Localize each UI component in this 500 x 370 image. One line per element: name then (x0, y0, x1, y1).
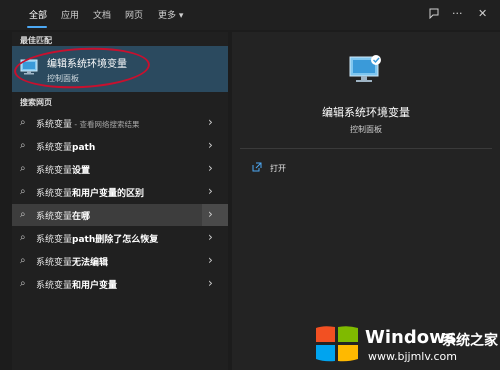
result-text: 系统变量和用户变量的区别 (36, 189, 145, 199)
search-icon: ⌕ (20, 255, 26, 266)
result-text: 系统变量设置 (36, 166, 91, 176)
detail-panel: 编辑系统环境变量 控制面板 打开 (232, 32, 500, 370)
result-text: 系统变量无法编辑 (36, 258, 109, 268)
more-options-icon[interactable]: ··· (452, 7, 463, 20)
tab-more[interactable]: 更多 ▾ (158, 8, 183, 21)
result-text: 系统变量在哪 (36, 212, 91, 222)
watermark-cn: 系统之家 (442, 333, 498, 349)
search-icon: ⌕ (20, 186, 26, 197)
search-icon: ⌕ (20, 278, 26, 289)
result-text: 系统变量 - 查看网络搜索结果 (36, 120, 140, 130)
list-item[interactable]: ⌕ 系统变量path删除了怎么恢复 › (12, 227, 228, 249)
chevron-right-icon[interactable]: › (208, 253, 213, 267)
open-action-label[interactable]: 打开 (270, 163, 286, 174)
search-icon: ⌕ (20, 117, 26, 128)
tab-more-label: 更多 (158, 11, 177, 21)
control-panel-app-icon (348, 54, 384, 90)
feedback-icon[interactable] (428, 7, 440, 22)
tab-documents[interactable]: 文档 (93, 8, 111, 21)
chevron-right-icon[interactable]: › (208, 161, 213, 175)
close-icon[interactable]: ✕ (478, 7, 487, 20)
result-text: 系统变量和用户变量 (36, 281, 118, 291)
search-icon: ⌕ (20, 163, 26, 174)
chevron-right-icon[interactable]: › (208, 207, 213, 221)
search-filter-bar: 全部 应用 文档 网页 更多 ▾ ··· ✕ (0, 0, 500, 30)
list-item[interactable]: ⌕ 系统变量设置 › (12, 158, 228, 180)
active-tab-indicator (27, 26, 47, 28)
web-search-heading: 搜索网页 (20, 98, 52, 107)
divider (240, 148, 492, 149)
chevron-right-icon[interactable]: › (208, 115, 213, 129)
chevron-right-icon[interactable]: › (208, 184, 213, 198)
results-panel: 最佳匹配 编辑系统环境变量 控制面板 搜索网页 ⌕ 系统变量 - 查看网络搜索结… (12, 32, 228, 370)
detail-subtitle: 控制面板 (350, 125, 382, 134)
windows-logo-icon (312, 322, 362, 370)
result-text: 系统变量path (36, 143, 96, 153)
chevron-right-icon[interactable]: › (208, 276, 213, 290)
list-item[interactable]: ⌕ 系统变量和用户变量 › (12, 273, 228, 295)
list-item[interactable]: ⌕ 系统变量path › (12, 135, 228, 157)
search-icon: ⌕ (20, 232, 26, 243)
tab-apps[interactable]: 应用 (61, 8, 79, 21)
search-icon: ⌕ (20, 140, 26, 151)
chevron-right-icon[interactable]: › (208, 138, 213, 152)
list-item[interactable]: ⌕ 系统变量无法编辑 › (12, 250, 228, 272)
chevron-right-icon[interactable]: › (208, 230, 213, 244)
chevron-down-icon: ▾ (178, 11, 184, 21)
search-icon: ⌕ (20, 209, 26, 220)
tab-web[interactable]: 网页 (125, 8, 143, 21)
row-arrow-box[interactable] (202, 204, 228, 226)
list-item[interactable]: ⌕ 系统变量和用户变量的区别 › (12, 181, 228, 203)
list-item[interactable]: ⌕ 系统变量 - 查看网络搜索结果 › (12, 112, 228, 134)
result-text: 系统变量path删除了怎么恢复 (36, 235, 159, 245)
best-match-heading: 最佳匹配 (20, 36, 52, 45)
detail-title: 编辑系统环境变量 (322, 106, 410, 119)
tab-all[interactable]: 全部 (29, 8, 47, 21)
watermark-url: www.bjjmlv.com (368, 350, 457, 363)
open-icon[interactable] (252, 162, 262, 175)
list-item[interactable]: ⌕ 系统变量在哪 › (12, 204, 228, 226)
